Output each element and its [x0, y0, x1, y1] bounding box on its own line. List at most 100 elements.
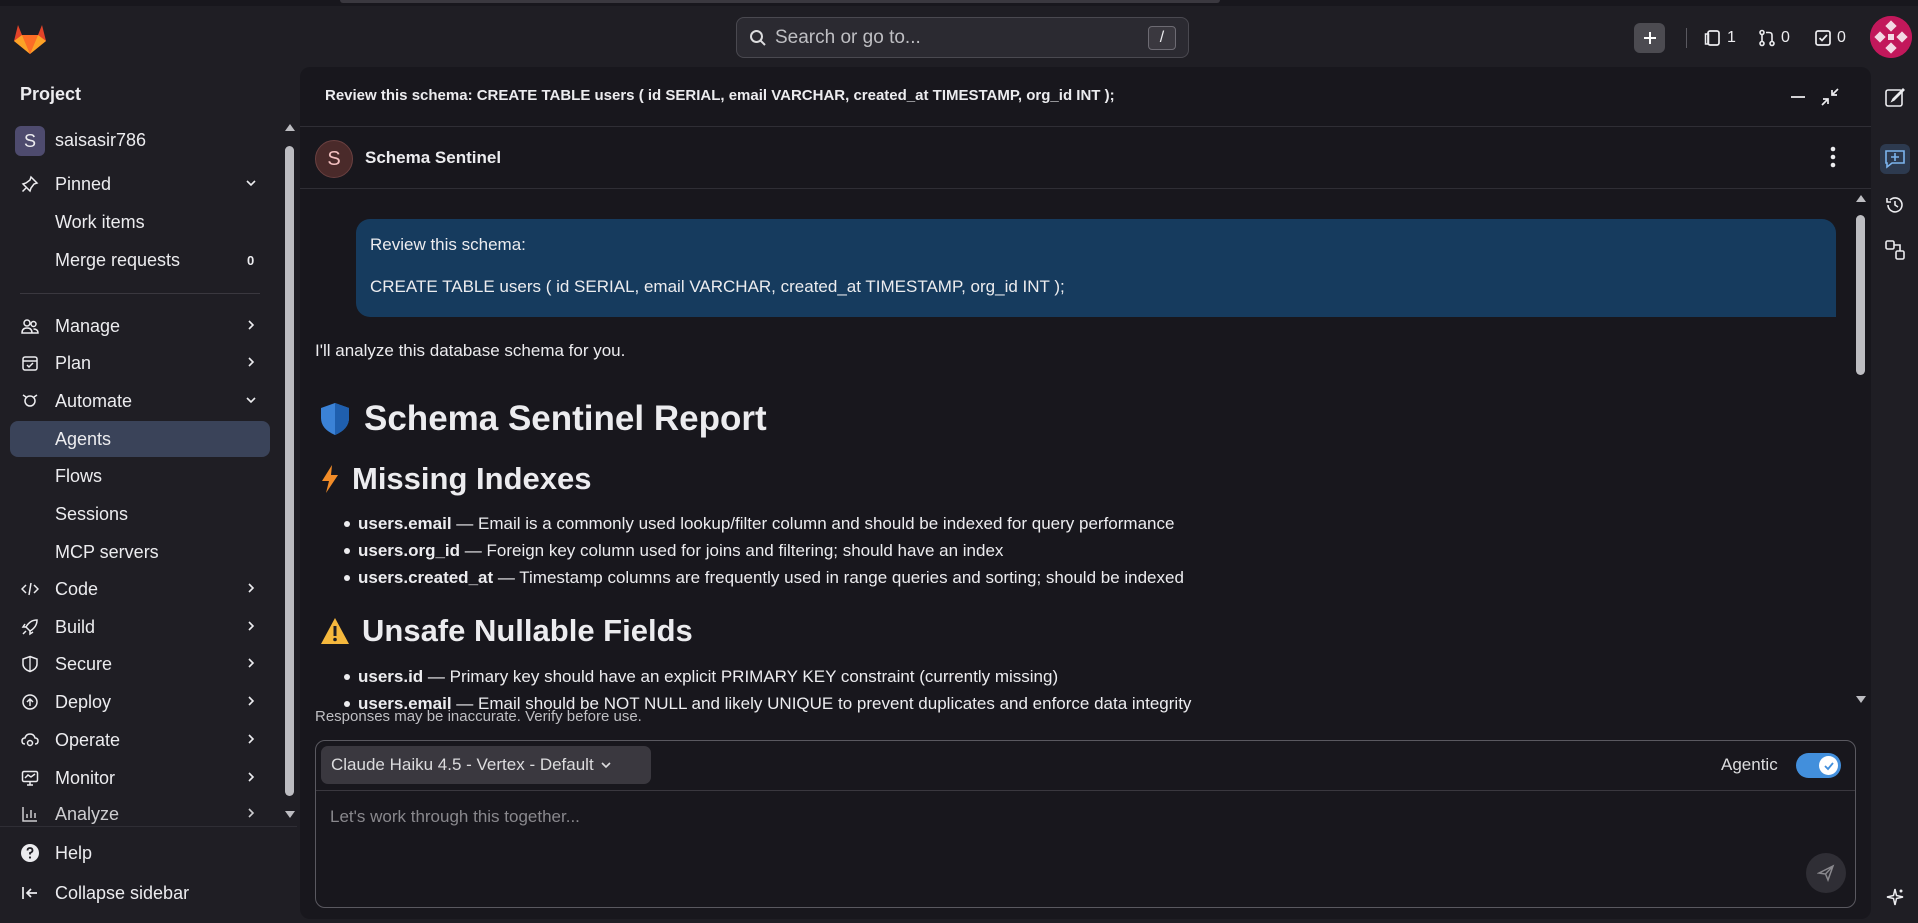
sidebar-item-manage[interactable]: Manage — [10, 308, 270, 344]
sidebar-item-label: Deploy — [55, 691, 112, 712]
model-selector[interactable]: Claude Haiku 4.5 - Vertex - Default — [321, 746, 651, 784]
shield-icon — [20, 654, 40, 674]
chevron-right-icon — [248, 696, 255, 706]
user-avatar[interactable] — [1870, 16, 1912, 58]
more-options-icon[interactable] — [1830, 146, 1836, 168]
agentic-label: Agentic — [1721, 755, 1778, 774]
todos-count: 0 — [1837, 29, 1846, 46]
search-shortcut-key: / — [1148, 25, 1176, 50]
todos-button[interactable]: 0 — [1814, 24, 1846, 52]
check-icon — [1823, 761, 1834, 770]
missing-indexes-list: users.email — Email is a commonly used l… — [344, 510, 1184, 591]
project-switcher[interactable]: S saisasir786 — [10, 122, 270, 158]
sidebar-item-build[interactable]: Build — [10, 609, 270, 645]
sidebar-item-automate[interactable]: Automate — [10, 383, 270, 419]
user-message-line: CREATE TABLE users ( id SERIAL, email VA… — [370, 277, 1065, 296]
agent-avatar: S — [315, 140, 353, 178]
sidebar-item-label: Build — [55, 616, 96, 637]
agent-chat-button[interactable] — [1880, 144, 1910, 174]
collapse-sidebar-button[interactable]: Collapse sidebar — [10, 875, 270, 911]
sidebar-item-label: Flows — [55, 465, 103, 486]
agent-header: S Schema Sentinel — [300, 128, 1871, 189]
collapse-left-icon — [20, 883, 40, 903]
sidebar-item-mcp-servers[interactable]: MCP servers — [10, 534, 270, 570]
user-message: Review this schema: CREATE TABLE users (… — [356, 219, 1836, 317]
message-input[interactable]: Let's work through this together... — [330, 807, 580, 827]
top-strip-bar — [340, 0, 1220, 3]
send-icon — [1817, 864, 1835, 882]
sidebar-item-sessions[interactable]: Sessions — [10, 496, 270, 532]
chevron-right-icon — [248, 583, 255, 593]
sidebar-item-deploy[interactable]: Deploy — [10, 684, 270, 720]
gitlab-logo-icon[interactable] — [12, 21, 48, 55]
sidebar-item-label: Code — [55, 578, 99, 599]
panel-header: Review this schema: CREATE TABLE users (… — [300, 67, 1871, 127]
header-divider — [1686, 28, 1687, 48]
pinned-section-toggle[interactable]: Pinned — [10, 166, 270, 202]
monitor-icon — [20, 768, 40, 788]
chat-scrollbar[interactable] — [1856, 215, 1865, 375]
sidebar-item-monitor[interactable]: Monitor — [10, 760, 270, 796]
chevron-right-icon — [248, 621, 255, 631]
sidebar-item-label: Manage — [55, 315, 121, 336]
chevron-down-icon — [246, 397, 256, 404]
new-chat-button[interactable] — [1880, 82, 1910, 112]
chevron-down-icon — [246, 180, 256, 187]
warning-icon — [321, 618, 349, 644]
collapse-panel-icon[interactable] — [1820, 87, 1840, 107]
rocket-icon — [20, 617, 40, 637]
help-label: Help — [55, 842, 93, 863]
project-avatar: S — [15, 126, 45, 156]
ai-sparkle-icon — [1886, 888, 1904, 906]
sidebar-item-flows[interactable]: Flows — [10, 458, 270, 494]
merge-requests-count: 0 — [1781, 29, 1790, 46]
agentic-toggle[interactable] — [1796, 753, 1841, 778]
todo-icon — [1815, 30, 1831, 46]
chart-icon — [20, 804, 40, 824]
merge-requests-button[interactable]: 0 — [1758, 24, 1790, 52]
nullable-title: Unsafe Nullable Fields — [362, 613, 693, 648]
sidebar-item-agents[interactable]: Agents — [10, 421, 270, 457]
sessions-button[interactable] — [1880, 235, 1910, 265]
sidebar-item-code[interactable]: Code — [10, 571, 270, 607]
sidebar-item-plan[interactable]: Plan — [10, 345, 270, 381]
left-sidebar: Project S saisasir786 Pinned Work items … — [0, 66, 297, 923]
sidebar-item-label: Work items — [55, 211, 145, 232]
collapse-label: Collapse sidebar — [55, 882, 190, 903]
missing-indexes-title: Missing Indexes — [352, 461, 592, 496]
lightning-icon — [322, 465, 338, 493]
merge-request-icon — [1759, 29, 1775, 47]
model-name: Claude Haiku 4.5 - Vertex - Default — [331, 755, 594, 774]
chat-messages: Review this schema: CREATE TABLE users (… — [300, 189, 1855, 769]
chat-scroll-up-icon[interactable] — [1855, 193, 1867, 203]
help-icon — [20, 843, 40, 863]
sidebar-item-work-items[interactable]: Work items — [10, 204, 270, 240]
sidebar-item-label: Analyze — [55, 803, 120, 824]
edit-icon — [1885, 88, 1905, 107]
issues-button[interactable]: 1 — [1704, 24, 1736, 52]
shield-emoji-icon — [321, 403, 349, 435]
chat-scroll-down-icon[interactable] — [1855, 695, 1867, 705]
project-name: saisasir786 — [55, 129, 147, 150]
help-button[interactable]: Help — [10, 835, 270, 871]
duo-agent-button[interactable] — [1880, 882, 1910, 912]
minimize-icon[interactable] — [1790, 91, 1806, 103]
send-button[interactable] — [1806, 853, 1846, 893]
code-icon — [20, 579, 40, 599]
sidebar-item-merge-requests[interactable]: Merge requests 0 — [10, 242, 270, 278]
history-icon — [1886, 197, 1903, 213]
scroll-down-arrow-icon[interactable] — [284, 810, 296, 820]
sidebar-section-title: Project — [20, 84, 82, 104]
sidebar-scrollbar[interactable] — [285, 146, 294, 796]
search-bar[interactable]: Search or go to... / — [736, 17, 1189, 58]
flow-icon — [1885, 240, 1905, 260]
history-button[interactable] — [1880, 190, 1910, 220]
toggle-knob — [1819, 756, 1838, 775]
sidebar-item-secure[interactable]: Secure — [10, 646, 270, 682]
agent-name: Schema Sentinel — [365, 148, 502, 167]
sidebar-item-operate[interactable]: Operate — [10, 722, 270, 758]
sidebar-footer: Help Collapse sidebar — [0, 826, 297, 923]
sidebar-item-label: Agents — [55, 428, 112, 449]
scroll-up-arrow-icon[interactable] — [284, 122, 296, 132]
create-new-button[interactable] — [1634, 23, 1665, 53]
